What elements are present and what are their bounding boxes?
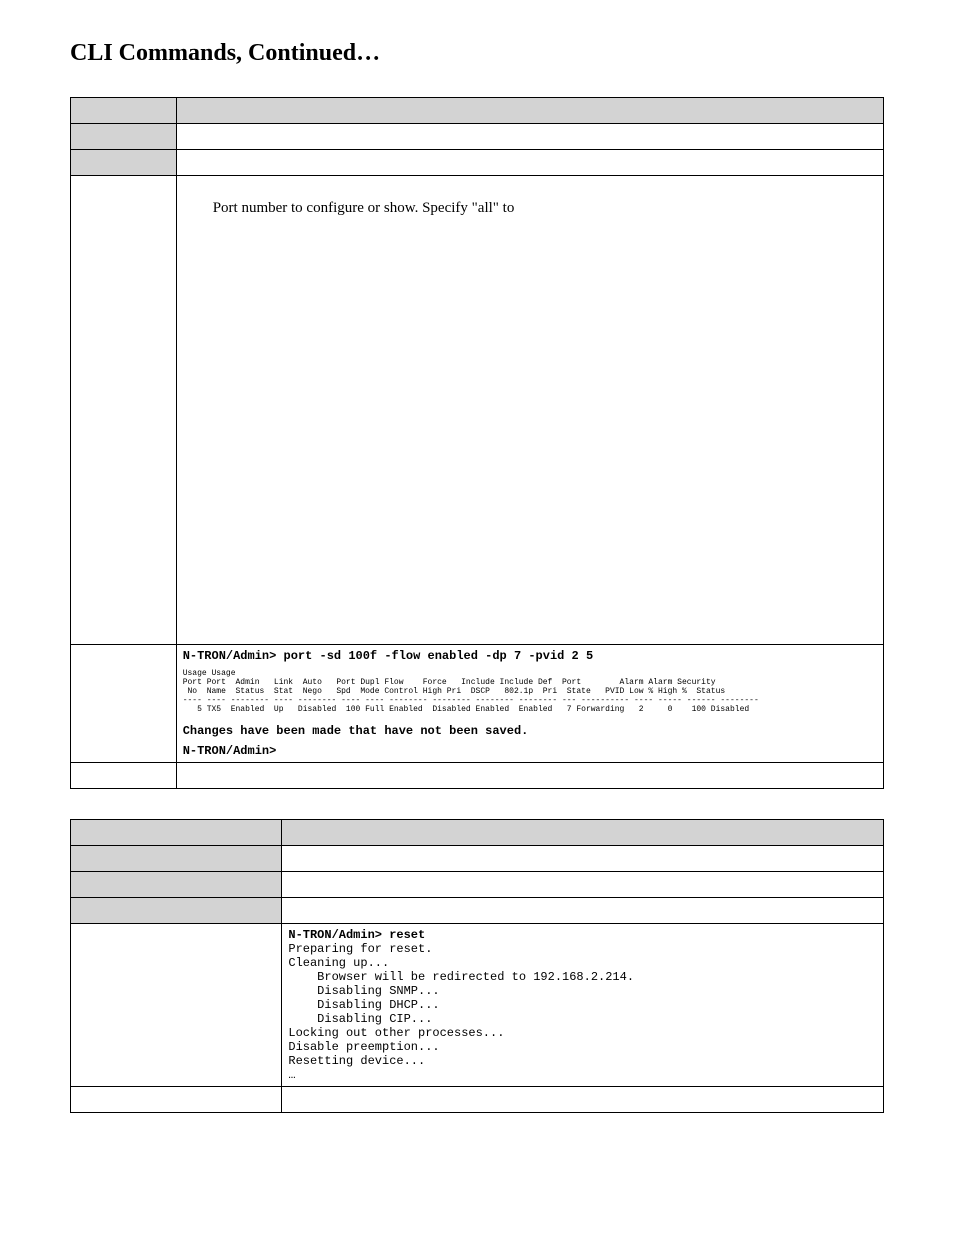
cell — [71, 124, 177, 150]
cell — [176, 124, 883, 150]
cell-reset-output: N-TRON/Admin> reset Preparing for reset.… — [282, 924, 884, 1087]
cell — [71, 872, 282, 898]
cell — [71, 98, 177, 124]
cell — [71, 1087, 282, 1113]
cell — [282, 820, 884, 846]
table-reset-command: N-TRON/Admin> reset Preparing for reset.… — [70, 819, 884, 1113]
cell-example: N-TRON/Admin> port -sd 100f -flow enable… — [176, 645, 883, 763]
cell — [71, 176, 177, 645]
cell — [176, 150, 883, 176]
cell — [71, 820, 282, 846]
cell — [282, 846, 884, 872]
usage-output: Usage Usage Port Port Admin Link Auto Po… — [183, 669, 877, 714]
cmd-line: N-TRON/Admin> port -sd 100f -flow enable… — [183, 649, 593, 663]
page-title: CLI Commands, Continued… — [70, 40, 884, 67]
reset-output: Preparing for reset. Cleaning up... Brow… — [288, 942, 877, 1082]
cell — [71, 898, 282, 924]
cell — [282, 872, 884, 898]
cell — [71, 924, 282, 1087]
table-port-command: Port number to configure or show. Specif… — [70, 97, 884, 789]
cell — [71, 150, 177, 176]
changes-msg: Changes have been made that have not bee… — [183, 724, 529, 738]
cell — [71, 645, 177, 763]
cell — [282, 898, 884, 924]
cell — [282, 1087, 884, 1113]
cell — [176, 98, 883, 124]
cell — [71, 763, 177, 789]
prompt: N-TRON/Admin> — [183, 744, 277, 758]
cell — [71, 846, 282, 872]
cell — [176, 763, 883, 789]
reset-cmd: N-TRON/Admin> reset — [288, 928, 425, 942]
param-description: Port number to configure or show. Specif… — [183, 180, 877, 217]
cell: Port number to configure or show. Specif… — [176, 176, 883, 645]
